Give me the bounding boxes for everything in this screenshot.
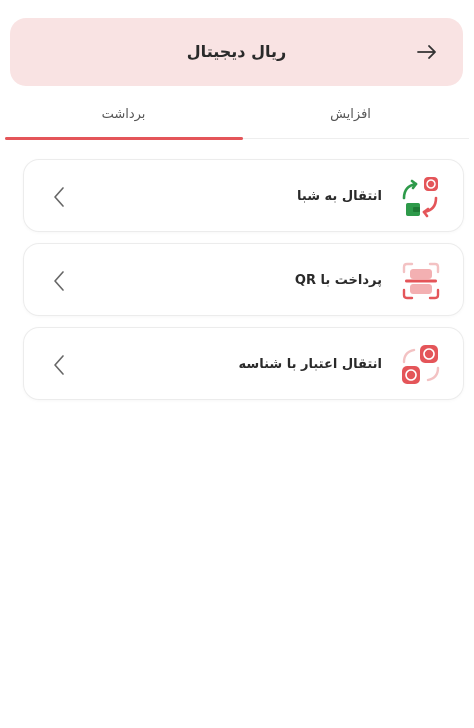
option-sheba-transfer[interactable]: انتقال به شبا: [23, 159, 464, 232]
option-label: انتقال به شبا: [297, 189, 382, 204]
tab-increase[interactable]: افزایش: [232, 96, 469, 138]
option-credit-transfer-by-id[interactable]: انتقال اعتبار با شناسه: [23, 327, 464, 400]
sheba-transfer-icon: [402, 177, 438, 218]
tab-withdraw[interactable]: برداشت: [5, 96, 242, 138]
app-screen: ریال دیجیتال افزایش برداشت انتقال به شبا: [0, 0, 474, 728]
page-title: ریال دیجیتال: [186, 42, 287, 61]
arrow-right-icon[interactable]: [413, 38, 441, 66]
chevron-left-icon: [54, 187, 64, 207]
option-label: انتقال اعتبار با شناسه: [238, 357, 382, 372]
credit-transfer-icon: [402, 345, 440, 384]
tab-bar: افزایش برداشت: [5, 96, 469, 142]
option-qr-payment[interactable]: پرداخت با QR: [23, 243, 464, 316]
chevron-left-icon: [54, 271, 64, 291]
page-header: ریال دیجیتال: [10, 18, 463, 86]
chevron-left-icon: [54, 355, 64, 375]
option-label: پرداخت با QR: [294, 273, 382, 288]
qr-scan-icon: [402, 262, 440, 300]
active-tab-indicator: [5, 137, 243, 140]
tab-divider: [243, 138, 469, 139]
